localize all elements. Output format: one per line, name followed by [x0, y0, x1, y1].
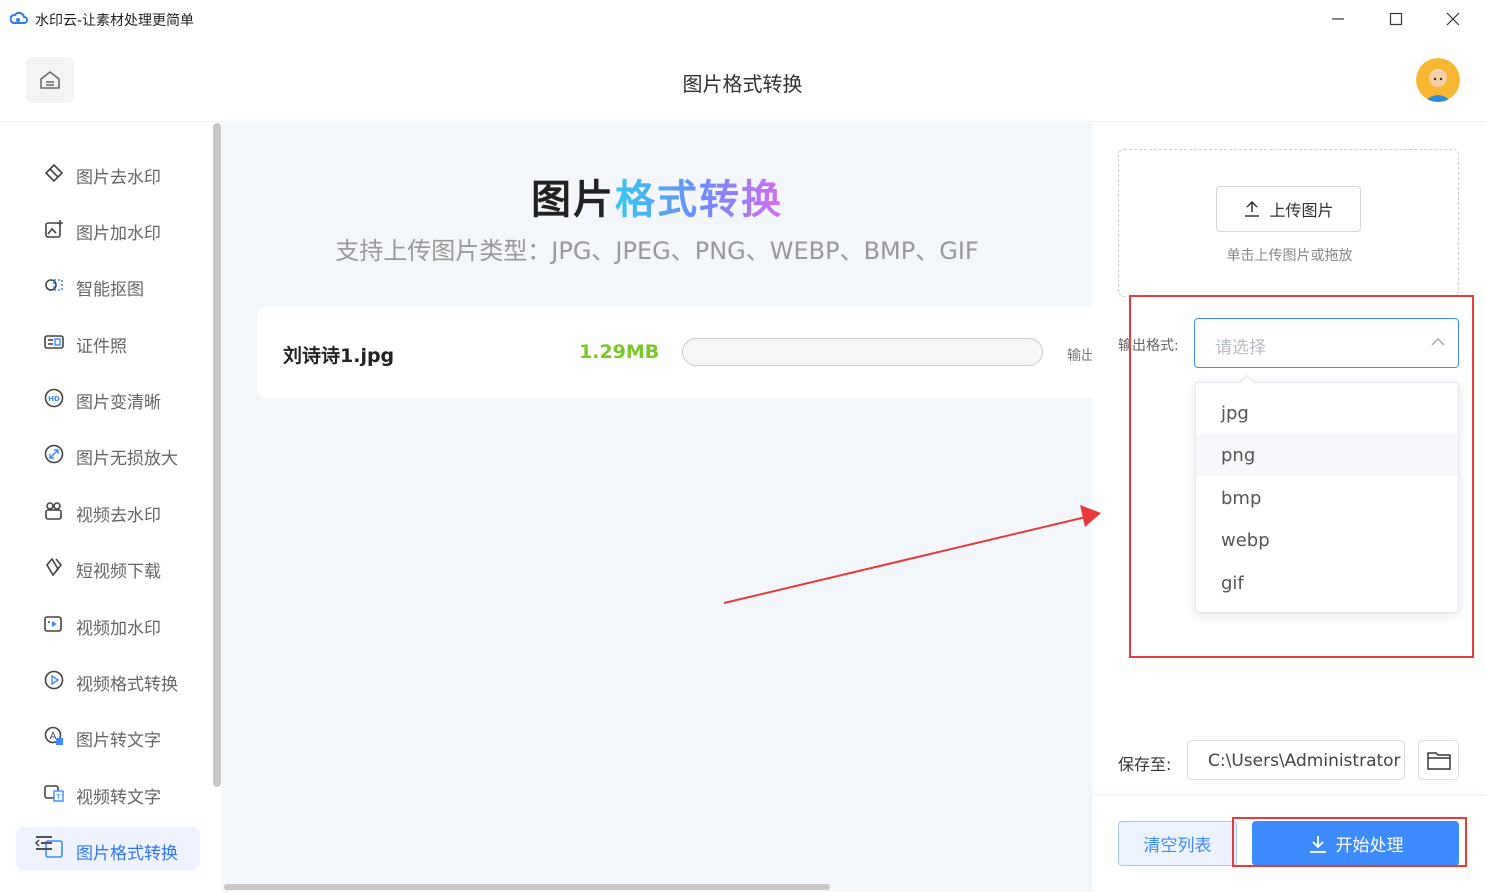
image-text-icon: A: [44, 726, 63, 745]
file-name: 刘诗诗1.jpg: [283, 345, 395, 367]
hero-title: 图片格式转换: [222, 167, 1092, 225]
title-bar: 水印云-让素材处理更简单: [0, 0, 1485, 38]
supported-types-text: 支持上传图片类型：JPG、JPEG、PNG、WEBP、BMP、GIF: [335, 237, 979, 265]
sidebar-item-label: 图片加水印: [76, 224, 161, 244]
sidebar-item-id-photo[interactable]: 证件照: [16, 320, 200, 364]
save-to-label: 保存至:: [1118, 755, 1172, 774]
file-row: 刘诗诗1.jpg 1.29MB 输出: [257, 307, 1092, 398]
file-size: 1.29MB: [579, 341, 660, 363]
svg-text:A: A: [50, 731, 57, 742]
upload-image-button[interactable]: 上传图片: [1216, 186, 1361, 232]
sidebar-item-image-watermark-remove[interactable]: 图片去水印: [16, 151, 200, 195]
cloud-logo-icon: [10, 11, 28, 24]
upload-icon: [1245, 200, 1260, 217]
sidebar-item-label: 视频格式转换: [76, 675, 178, 695]
enlarge-icon: [44, 444, 64, 464]
sidebar: 图片去水印 图片加水印 智能抠图 证件照 HD 图片变清晰 图片无损放大 视频去…: [0, 123, 222, 892]
eraser-icon: [44, 163, 64, 183]
sidebar-item-label: 视频转文字: [76, 788, 161, 808]
sidebar-item-video-format-convert[interactable]: 视频格式转换: [16, 658, 200, 702]
sidebar-item-image-enhance[interactable]: HD 图片变清晰: [16, 376, 200, 420]
sidebar-item-label: 图片变清晰: [76, 393, 161, 413]
browse-folder-button[interactable]: [1418, 740, 1459, 780]
download-link-icon: [46, 557, 63, 577]
image-add-icon: [45, 220, 63, 238]
video-eraser-icon: [45, 502, 62, 520]
collapse-menu-icon[interactable]: [34, 835, 54, 851]
sidebar-item-label: 图片格式转换: [76, 844, 178, 864]
sidebar-item-label: 短视频下载: [76, 562, 161, 582]
progress-bar: [682, 338, 1043, 366]
video-text-icon: T: [44, 785, 64, 802]
maximize-button[interactable]: [1373, 4, 1419, 34]
clear-list-button[interactable]: 清空列表: [1118, 821, 1237, 866]
close-button[interactable]: [1430, 4, 1476, 34]
save-path-field[interactable]: C:\Users\Administrator: [1187, 740, 1405, 780]
horizontal-scrollbar[interactable]: [224, 884, 830, 890]
sidebar-item-label: 证件照: [76, 337, 127, 357]
sidebar-item-label: 图片无损放大: [76, 449, 178, 469]
annotation-box-format: [1129, 295, 1474, 658]
sidebar-item-image-to-text[interactable]: A 图片转文字: [16, 714, 200, 758]
video-add-icon: [44, 616, 62, 632]
page-title: 图片格式转换: [682, 72, 803, 96]
header: 图片格式转换: [0, 38, 1485, 122]
sidebar-item-short-video-download[interactable]: 短视频下载: [16, 545, 200, 589]
minimize-icon: [1332, 18, 1344, 20]
sidebar-item-label: 图片转文字: [76, 731, 161, 751]
window-title: 水印云-让素材处理更简单: [35, 13, 195, 29]
sidebar-item-label: 智能抠图: [76, 280, 144, 300]
annotation-box-start: [1232, 817, 1467, 867]
avatar-icon: [1416, 58, 1460, 102]
video-convert-icon: [44, 670, 64, 690]
minimize-button[interactable]: [1315, 4, 1361, 34]
sidebar-item-video-watermark-remove[interactable]: 视频去水印: [16, 489, 200, 533]
sidebar-item-image-watermark-add[interactable]: 图片加水印: [16, 207, 200, 251]
folder-icon: [1426, 752, 1451, 770]
main-content: 图片格式转换 支持上传图片类型：JPG、JPEG、PNG、WEBP、BMP、GI…: [222, 123, 1092, 892]
svg-text:T: T: [55, 793, 61, 801]
user-avatar[interactable]: [1416, 58, 1460, 102]
hero-title-part2: 格式转换: [615, 177, 783, 223]
sidebar-item-video-watermark-add[interactable]: 视频加水印: [16, 602, 200, 646]
sidebar-item-smart-cutout[interactable]: 智能抠图: [16, 263, 200, 307]
sidebar-item-video-to-text[interactable]: T 视频转文字: [16, 771, 200, 815]
file-output-label: 输出: [1067, 348, 1092, 364]
sidebar-item-label: 图片去水印: [76, 168, 161, 188]
sidebar-scrollbar[interactable]: [213, 123, 221, 787]
sidebar-item-label: 视频去水印: [76, 506, 161, 526]
upload-dropzone[interactable]: 上传图片 单击上传图片或拖放: [1118, 149, 1459, 297]
upload-hint: 单击上传图片或拖放: [1226, 248, 1353, 264]
sidebar-item-image-upscale[interactable]: 图片无损放大: [16, 432, 200, 476]
upload-button-label: 上传图片: [1269, 201, 1334, 220]
maximize-icon: [1389, 12, 1403, 26]
save-path-value: C:\Users\Administrator: [1208, 751, 1401, 771]
hero-title-part1: 图片: [531, 177, 615, 223]
cutout-icon: [45, 279, 63, 291]
hd-icon: HD: [44, 388, 64, 408]
sidebar-item-label: 视频加水印: [76, 619, 161, 639]
close-icon: [1446, 12, 1460, 26]
svg-text:HD: HD: [48, 395, 60, 403]
id-card-icon: [44, 335, 64, 349]
